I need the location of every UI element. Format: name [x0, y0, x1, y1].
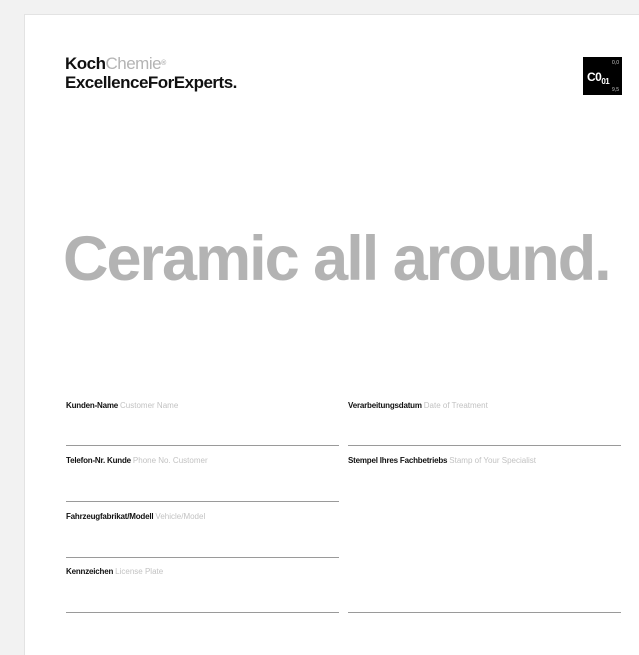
customer-name-field[interactable]: Kunden-Name Customer Name: [66, 401, 339, 446]
phone-field[interactable]: Telefon-Nr. Kunde Phone No. Customer: [66, 456, 339, 502]
stamp-field[interactable]: Stempel Ihres Fachbetriebs Stamp of Your …: [348, 456, 621, 613]
badge-top-value: 0,0: [612, 60, 619, 66]
badge-bottom-value: 9,5: [612, 87, 619, 93]
stamp-label: Stempel Ihres Fachbetriebs Stamp of Your …: [348, 456, 536, 465]
logo-brand-chemie: Chemie: [105, 54, 162, 73]
treatment-date-line[interactable]: [348, 445, 621, 446]
customer-name-line[interactable]: [66, 445, 339, 446]
phone-line[interactable]: [66, 501, 339, 502]
plate-field[interactable]: Kennzeichen License Plate: [66, 567, 339, 613]
vehicle-field[interactable]: Fahrzeugfabrikat/Modell Vehicle/Model: [66, 512, 339, 558]
kochchemie-logo: KochChemie® ExcellenceForExperts.: [65, 54, 237, 93]
plate-label: Kennzeichen License Plate: [66, 567, 164, 576]
plate-line[interactable]: [66, 612, 339, 613]
logo-brand-koch: Koch: [65, 54, 106, 73]
product-code-badge: 0,0 C001 9,5: [583, 57, 622, 95]
document-page: KochChemie® ExcellenceForExperts. 0,0 C0…: [24, 14, 639, 655]
treatment-date-label: Verarbeitungsdatum Date of Treatment: [348, 401, 488, 410]
treatment-date-field[interactable]: Verarbeitungsdatum Date of Treatment: [348, 401, 621, 446]
logo-tagline: ExcellenceForExperts.: [65, 73, 237, 92]
registered-mark: ®: [161, 60, 166, 67]
vehicle-label: Fahrzeugfabrikat/Modell Vehicle/Model: [66, 512, 206, 521]
headline: Ceramic all around.: [63, 224, 612, 294]
customer-name-label: Kunden-Name Customer Name: [66, 401, 179, 410]
stamp-line[interactable]: [348, 612, 621, 613]
phone-label: Telefon-Nr. Kunde Phone No. Customer: [66, 456, 208, 465]
vehicle-line[interactable]: [66, 557, 339, 558]
badge-code: C001: [587, 70, 610, 86]
